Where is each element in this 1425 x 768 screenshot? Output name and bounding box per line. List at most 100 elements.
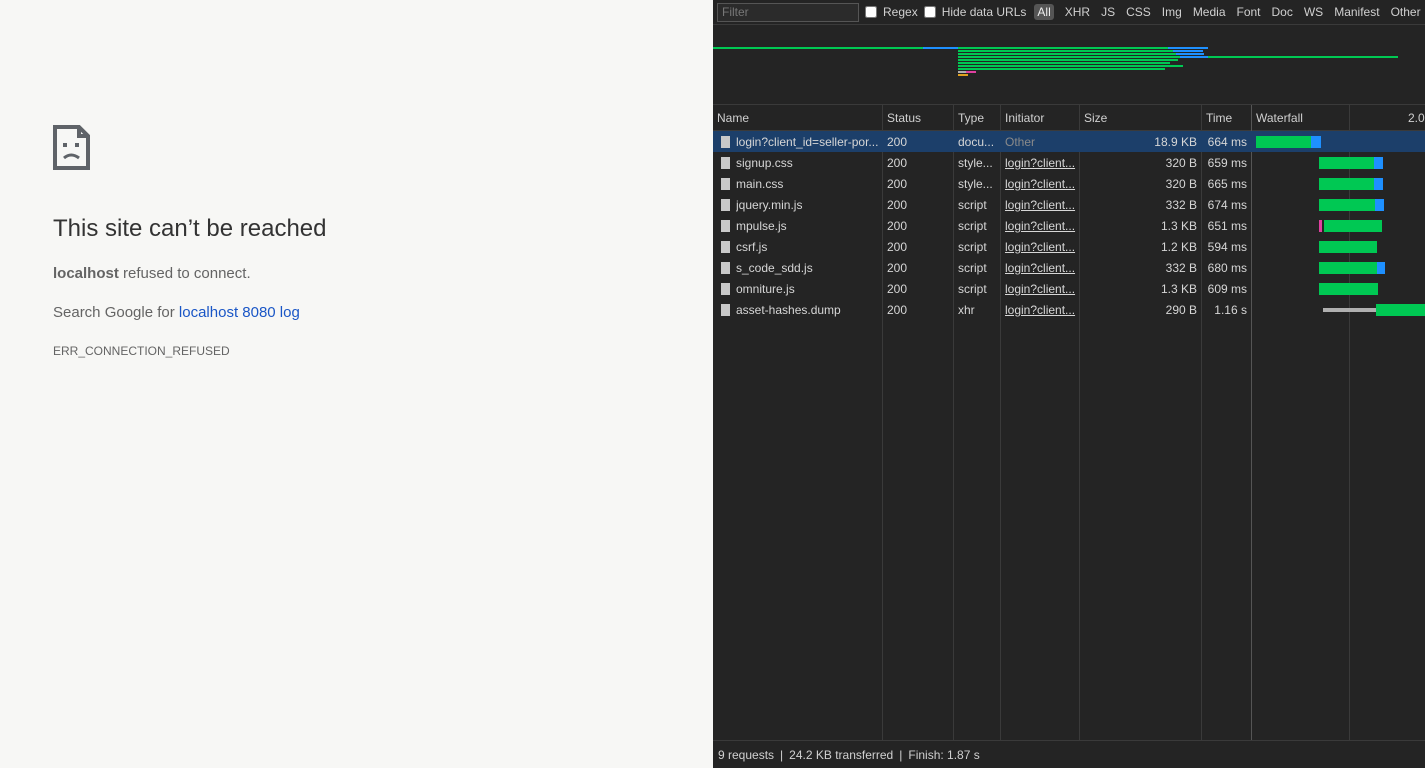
column-time-header[interactable]: Time	[1206, 111, 1232, 125]
column-status-header[interactable]: Status	[887, 111, 921, 125]
timeline-overview[interactable]	[713, 25, 1425, 103]
waterfall-bar-waiting[interactable]	[1319, 283, 1378, 295]
filter-img-button[interactable]: Img	[1162, 5, 1182, 19]
request-size: 332 B	[1165, 261, 1197, 275]
waterfall-bar-waiting[interactable]	[1376, 304, 1425, 316]
error-host: localhost	[53, 265, 119, 282]
filter-other-button[interactable]: Other	[1391, 5, 1421, 19]
waterfall-bar-download[interactable]	[1311, 136, 1321, 148]
request-initiator-link[interactable]: login?client...	[1005, 177, 1077, 191]
request-status: 200	[887, 198, 908, 212]
request-name[interactable]: login?client_id=seller-por...	[736, 135, 880, 149]
waterfall-bar-download[interactable]	[1375, 199, 1384, 211]
column-size-header[interactable]: Size	[1084, 111, 1107, 125]
request-name[interactable]: omniture.js	[736, 282, 880, 296]
waterfall-bar-download[interactable]	[1374, 157, 1383, 169]
request-type: script	[958, 240, 987, 254]
request-initiator-link[interactable]: login?client...	[1005, 198, 1077, 212]
filter-all-button[interactable]: All	[1034, 4, 1054, 20]
document-icon	[721, 136, 730, 148]
request-initiator-link[interactable]: login?client...	[1005, 156, 1077, 170]
table-row[interactable]: s_code_sdd.js 200 script login?client...…	[713, 257, 1425, 278]
request-name[interactable]: s_code_sdd.js	[736, 261, 880, 275]
request-name[interactable]: main.css	[736, 177, 880, 191]
table-row[interactable]: mpulse.js 200 script login?client... 1.3…	[713, 215, 1425, 236]
table-row[interactable]: asset-hashes.dump 200 xhr login?client..…	[713, 299, 1425, 320]
request-type: style...	[958, 177, 993, 191]
request-time: 609 ms	[1207, 282, 1247, 296]
error-code: ERR_CONNECTION_REFUSED	[53, 344, 230, 358]
requests-table-header: Name Status Type Initiator Size Time Wat…	[713, 105, 1425, 131]
table-row[interactable]: main.css 200 style... login?client... 32…	[713, 173, 1425, 194]
waterfall-bar-waiting[interactable]	[1319, 178, 1374, 190]
request-type: script	[958, 198, 987, 212]
request-time: 664 ms	[1207, 135, 1247, 149]
request-name[interactable]: signup.css	[736, 156, 880, 170]
waterfall-tick-label: 2.0	[1408, 111, 1425, 125]
request-name[interactable]: asset-hashes.dump	[736, 303, 880, 317]
waterfall-bar-waiting[interactable]	[1319, 262, 1377, 274]
filter-media-button[interactable]: Media	[1193, 5, 1226, 19]
request-status: 200	[887, 135, 908, 149]
waterfall-bar-waiting[interactable]	[1319, 241, 1377, 253]
file-icon	[721, 304, 730, 316]
filter-bar: Regex Hide data URLs All XHR JS CSS Img …	[713, 0, 1425, 24]
column-waterfall-header[interactable]: Waterfall	[1256, 111, 1303, 125]
filter-xhr-button[interactable]: XHR	[1065, 5, 1090, 19]
table-row[interactable]: login?client_id=seller-por... 200 docu..…	[713, 131, 1425, 152]
regex-label: Regex	[883, 5, 918, 19]
regex-checkbox-input[interactable]	[865, 6, 877, 18]
table-row[interactable]: omniture.js 200 script login?client... 1…	[713, 278, 1425, 299]
request-type: docu...	[958, 135, 995, 149]
request-time: 594 ms	[1207, 240, 1247, 254]
waterfall-bar-waiting[interactable]	[1319, 157, 1374, 169]
request-name[interactable]: csrf.js	[736, 240, 880, 254]
hide-data-urls-checkbox-input[interactable]	[923, 6, 936, 18]
column-name-header[interactable]: Name	[717, 111, 749, 125]
filter-css-button[interactable]: CSS	[1126, 5, 1151, 19]
request-time: 651 ms	[1207, 219, 1247, 233]
file-icon	[721, 178, 730, 190]
table-row[interactable]: signup.css 200 style... login?client... …	[713, 152, 1425, 173]
filter-ws-button[interactable]: WS	[1304, 5, 1323, 19]
transferred-size: 24.2 KB transferred	[789, 747, 894, 762]
file-icon	[721, 241, 730, 253]
table-row[interactable]: jquery.min.js 200 script login?client...…	[713, 194, 1425, 215]
devtools-network-panel: Regex Hide data URLs All XHR JS CSS Img …	[713, 0, 1425, 768]
file-icon	[721, 220, 730, 232]
column-initiator-header[interactable]: Initiator	[1005, 111, 1044, 125]
suggest-prefix: Search Google for	[53, 304, 179, 321]
filter-js-button[interactable]: JS	[1101, 5, 1115, 19]
filter-font-button[interactable]: Font	[1237, 5, 1261, 19]
request-name[interactable]: mpulse.js	[736, 219, 880, 233]
waterfall-bar-waiting[interactable]	[1324, 220, 1382, 232]
column-type-header[interactable]: Type	[958, 111, 984, 125]
search-google-link[interactable]: localhost 8080 log	[179, 304, 300, 321]
requests-table-body: login?client_id=seller-por... 200 docu..…	[713, 131, 1425, 320]
request-status: 200	[887, 219, 908, 233]
request-initiator-link[interactable]: login?client...	[1005, 240, 1077, 254]
filter-manifest-button[interactable]: Manifest	[1334, 5, 1379, 19]
waterfall-bar-connect[interactable]	[1319, 220, 1322, 232]
request-type: style...	[958, 156, 993, 170]
filter-doc-button[interactable]: Doc	[1272, 5, 1293, 19]
request-name[interactable]: jquery.min.js	[736, 198, 880, 212]
request-initiator-link[interactable]: login?client...	[1005, 261, 1077, 275]
waterfall-bar-download[interactable]	[1377, 262, 1385, 274]
regex-checkbox[interactable]: Regex	[865, 5, 918, 19]
request-initiator-link[interactable]: login?client...	[1005, 282, 1077, 296]
table-row[interactable]: csrf.js 200 script login?client... 1.2 K…	[713, 236, 1425, 257]
waterfall-bar-waiting[interactable]	[1319, 199, 1375, 211]
filter-input[interactable]	[717, 2, 859, 22]
waterfall-bar-queued[interactable]	[1323, 308, 1376, 312]
request-type: script	[958, 261, 987, 275]
waterfall-bar-waiting[interactable]	[1256, 136, 1311, 148]
waterfall-bar-download[interactable]	[1374, 178, 1383, 190]
error-suggestion: Search Google for localhost 8080 log	[53, 304, 300, 321]
request-size: 320 B	[1165, 156, 1197, 170]
hide-data-urls-checkbox[interactable]: Hide data URLs	[923, 5, 1026, 19]
request-initiator-link[interactable]: login?client...	[1005, 303, 1077, 317]
request-initiator-link[interactable]: login?client...	[1005, 219, 1077, 233]
request-status: 200	[887, 282, 908, 296]
file-icon	[721, 283, 730, 295]
